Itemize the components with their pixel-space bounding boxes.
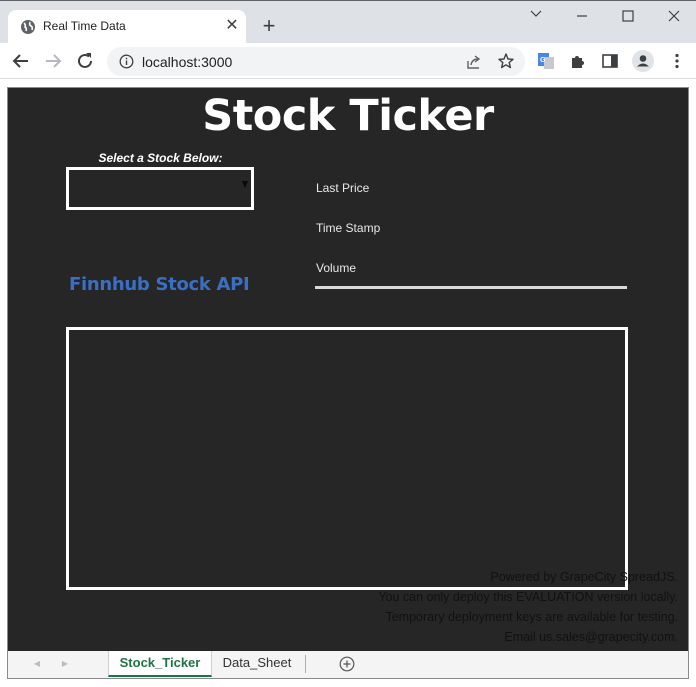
time-stamp-label: Time Stamp	[316, 221, 381, 235]
watermark-line: You can only deploy this EVALUATION vers…	[378, 590, 678, 604]
info-divider	[315, 286, 627, 289]
back-button[interactable]	[10, 50, 32, 72]
select-stock-label: Select a Stock Below:	[98, 151, 223, 165]
url-text[interactable]: localhost:3000	[142, 54, 232, 70]
volume-label: Volume	[316, 261, 357, 275]
chart-area[interactable]	[66, 327, 628, 590]
share-icon[interactable]	[465, 53, 483, 71]
address-bar[interactable]: localhost:3000	[107, 47, 525, 76]
maximize-button[interactable]	[615, 10, 641, 30]
api-label: Finnhub Stock API	[69, 274, 250, 295]
sheet-tab-data-sheet[interactable]: Data_Sheet	[214, 651, 300, 677]
tab-title: Real Time Data	[43, 19, 126, 33]
spreadsheet-viewport[interactable]: Stock Ticker Select a Stock Below: Last …	[7, 87, 689, 679]
extensions-puzzle-icon[interactable]	[569, 52, 587, 70]
browser-tab[interactable]: Real Time Data ✕	[8, 10, 246, 44]
forward-button[interactable]	[42, 50, 64, 72]
add-sheet-icon[interactable]	[339, 656, 355, 672]
scroll-tabs-left-icon[interactable]: ◀	[32, 658, 42, 670]
globe-icon	[20, 19, 36, 35]
browser-toolbar: localhost:3000 G	[0, 43, 696, 79]
sheet-tab-stock-ticker[interactable]: Stock_Ticker	[108, 651, 212, 677]
google-translate-icon[interactable]: G	[537, 52, 555, 70]
watermark-line: Powered by GrapeCity SpreadJS.	[490, 570, 678, 584]
svg-text:G: G	[540, 57, 546, 64]
last-price-label: Last Price	[316, 181, 370, 195]
close-window-button[interactable]	[661, 10, 687, 30]
close-tab-icon[interactable]: ✕	[222, 16, 242, 36]
more-menu-icon[interactable]	[668, 52, 686, 70]
side-panel-icon[interactable]	[601, 52, 619, 70]
page-title: Stock Ticker	[202, 91, 494, 141]
tab-separator	[305, 655, 306, 673]
reload-button[interactable]	[74, 50, 96, 72]
new-tab-button[interactable]: +	[258, 15, 280, 37]
sheet-tab-bar: ◀ ▶ Stock_Ticker Data_Sheet	[7, 651, 689, 679]
profile-avatar-icon[interactable]	[631, 49, 655, 73]
watermark-line: Temporary deployment keys are available …	[385, 610, 678, 624]
evaluation-watermark: Powered by GrapeCity SpreadJS. You can o…	[378, 567, 678, 647]
dropdown-arrow-icon[interactable]	[242, 181, 248, 188]
info-icon[interactable]	[119, 54, 134, 69]
scroll-tabs-right-icon[interactable]: ▶	[60, 658, 70, 670]
stock-select-dropdown[interactable]	[66, 167, 254, 210]
tab-search-chevron-icon[interactable]	[523, 7, 549, 27]
minimize-button[interactable]	[569, 10, 595, 30]
browser-titlebar: Real Time Data ✕ +	[0, 0, 696, 44]
watermark-line: Email us.sales@grapecity.com.	[504, 630, 678, 644]
bookmark-star-icon[interactable]	[497, 52, 515, 70]
